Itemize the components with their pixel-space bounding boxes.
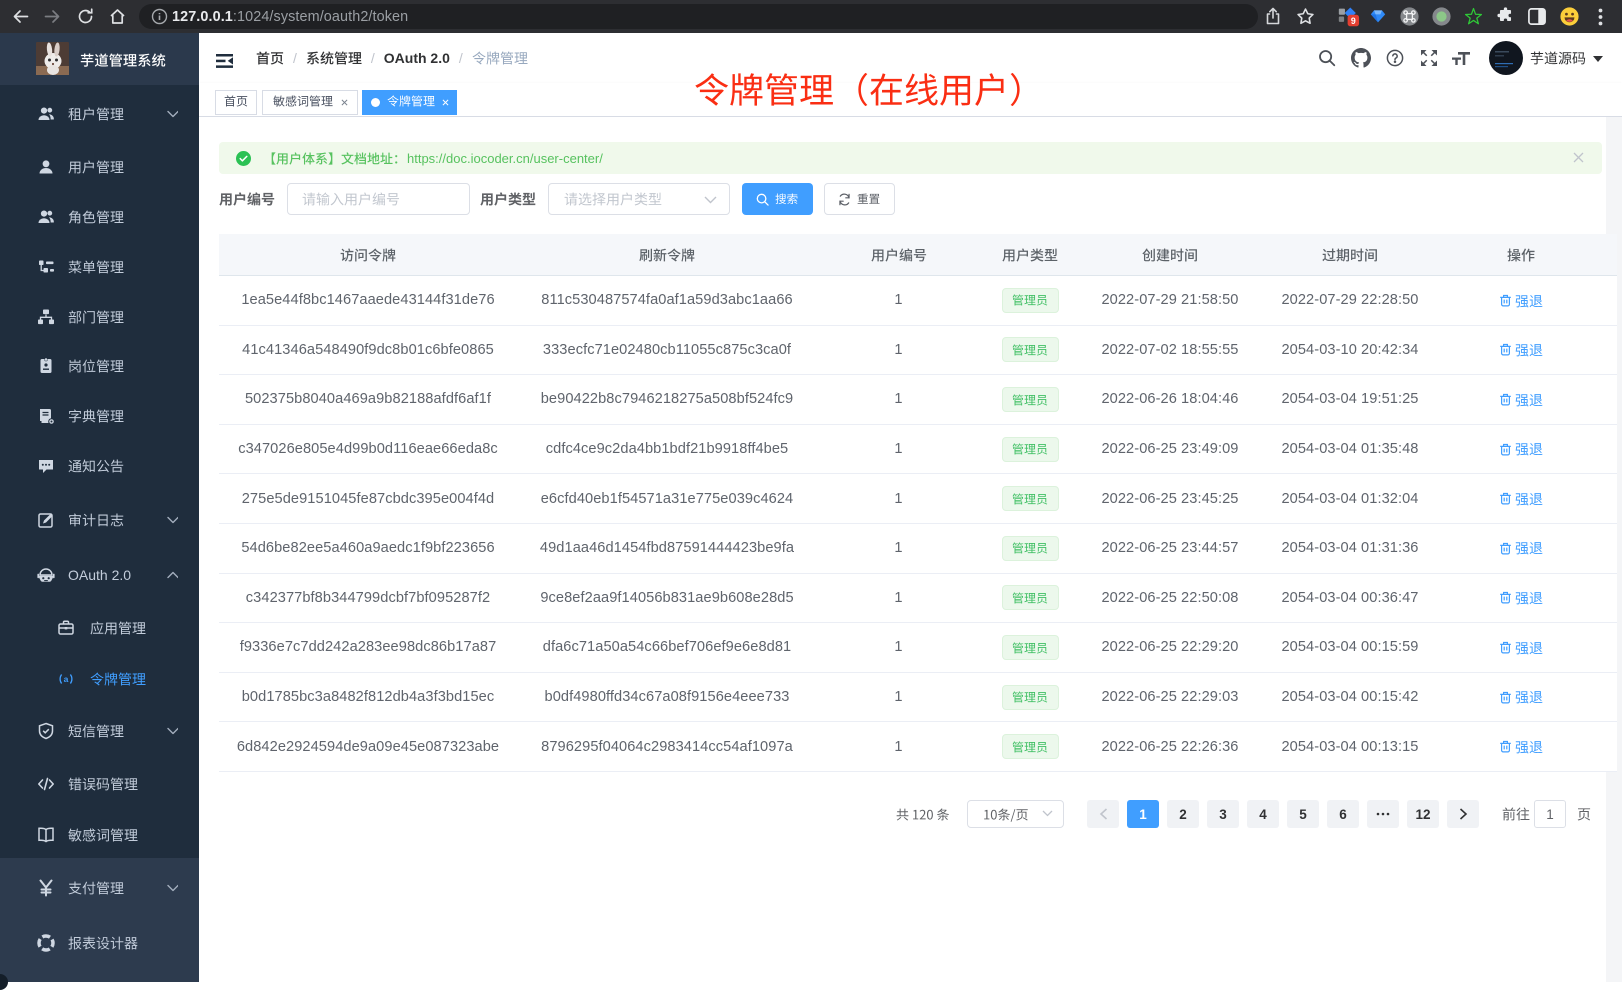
svg-text:9: 9 bbox=[1351, 16, 1356, 26]
svg-text:a: a bbox=[64, 673, 69, 683]
